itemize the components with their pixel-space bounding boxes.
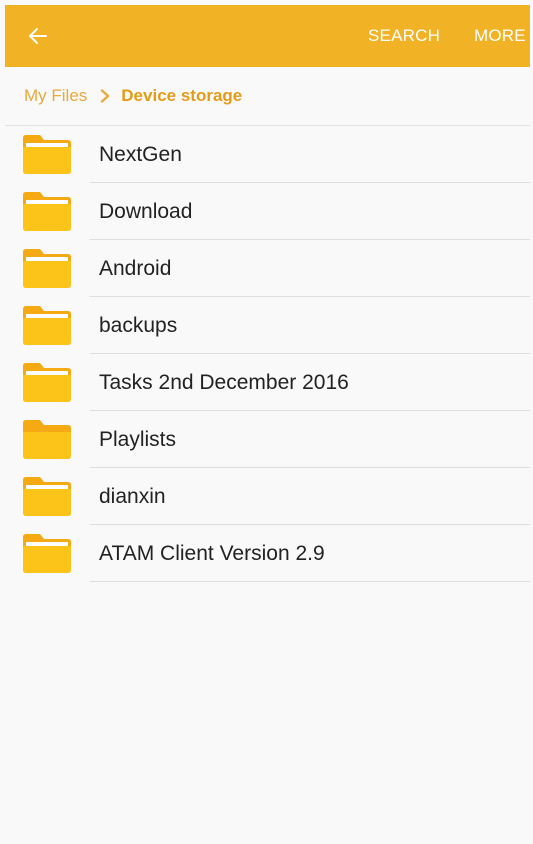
folder-icon <box>23 192 71 231</box>
folder-row[interactable]: Android <box>5 240 530 297</box>
folder-row[interactable]: Download <box>5 183 530 240</box>
folder-icon <box>23 306 71 345</box>
folder-row[interactable]: backups <box>5 297 530 354</box>
more-button[interactable]: MORE <box>474 5 526 67</box>
breadcrumb-my-files[interactable]: My Files <box>24 86 87 106</box>
folder-name: Download <box>99 200 193 223</box>
back-button[interactable] <box>21 19 55 53</box>
folder-icon <box>23 249 71 288</box>
folder-icon <box>23 420 71 459</box>
folder-name: Android <box>99 257 172 280</box>
folder-name: ATAM Client Version 2.9 <box>99 542 325 565</box>
breadcrumb: My Files Device storage <box>5 67 530 126</box>
folder-name: backups <box>99 314 178 337</box>
folder-row[interactable]: NextGen <box>5 126 530 183</box>
folder-name: dianxin <box>99 485 166 508</box>
chevron-right-icon <box>100 89 110 103</box>
row-divider <box>90 581 530 582</box>
arrow-left-icon <box>29 28 47 44</box>
search-button[interactable]: SEARCH <box>368 5 440 67</box>
folder-icon <box>23 135 71 174</box>
breadcrumb-device-storage: Device storage <box>121 86 243 105</box>
folder-icon <box>23 477 71 516</box>
folder-name: Playlists <box>99 428 177 451</box>
folder-list: NextGen Download Android backups Tasks 2… <box>5 126 530 582</box>
folder-name: NextGen <box>99 143 182 166</box>
folder-row[interactable]: Tasks 2nd December 2016 <box>5 354 530 411</box>
folder-row[interactable]: Playlists <box>5 411 530 468</box>
folder-name: Tasks 2nd December 2016 <box>99 371 349 394</box>
folder-row[interactable]: ATAM Client Version 2.9 <box>5 525 530 582</box>
folder-icon <box>23 534 71 573</box>
folder-row[interactable]: dianxin <box>5 468 530 525</box>
folder-icon <box>23 363 71 402</box>
app-bar: SEARCH MORE <box>5 5 530 67</box>
